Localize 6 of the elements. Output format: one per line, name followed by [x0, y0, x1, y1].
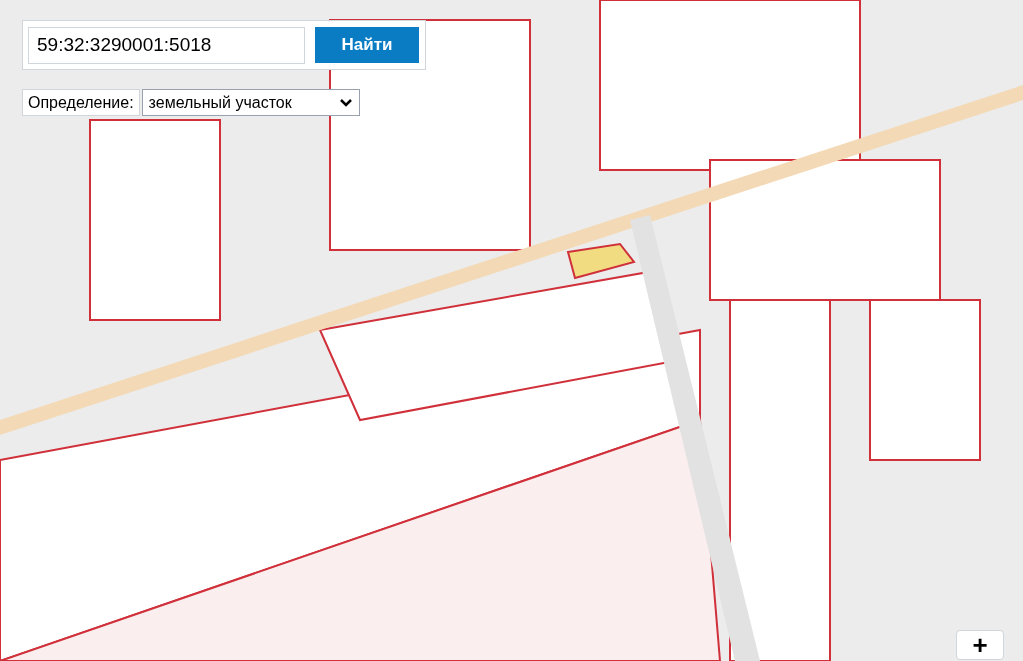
definition-select[interactable]: земельный участок — [141, 89, 360, 116]
search-button[interactable]: Найти — [315, 27, 419, 63]
search-field[interactable]: 59:32:3290001:5018 — [28, 26, 305, 64]
definition-label: Определение: — [22, 89, 140, 116]
zoom-in-button[interactable]: + — [956, 630, 1004, 660]
chevron-down-icon — [338, 97, 353, 108]
